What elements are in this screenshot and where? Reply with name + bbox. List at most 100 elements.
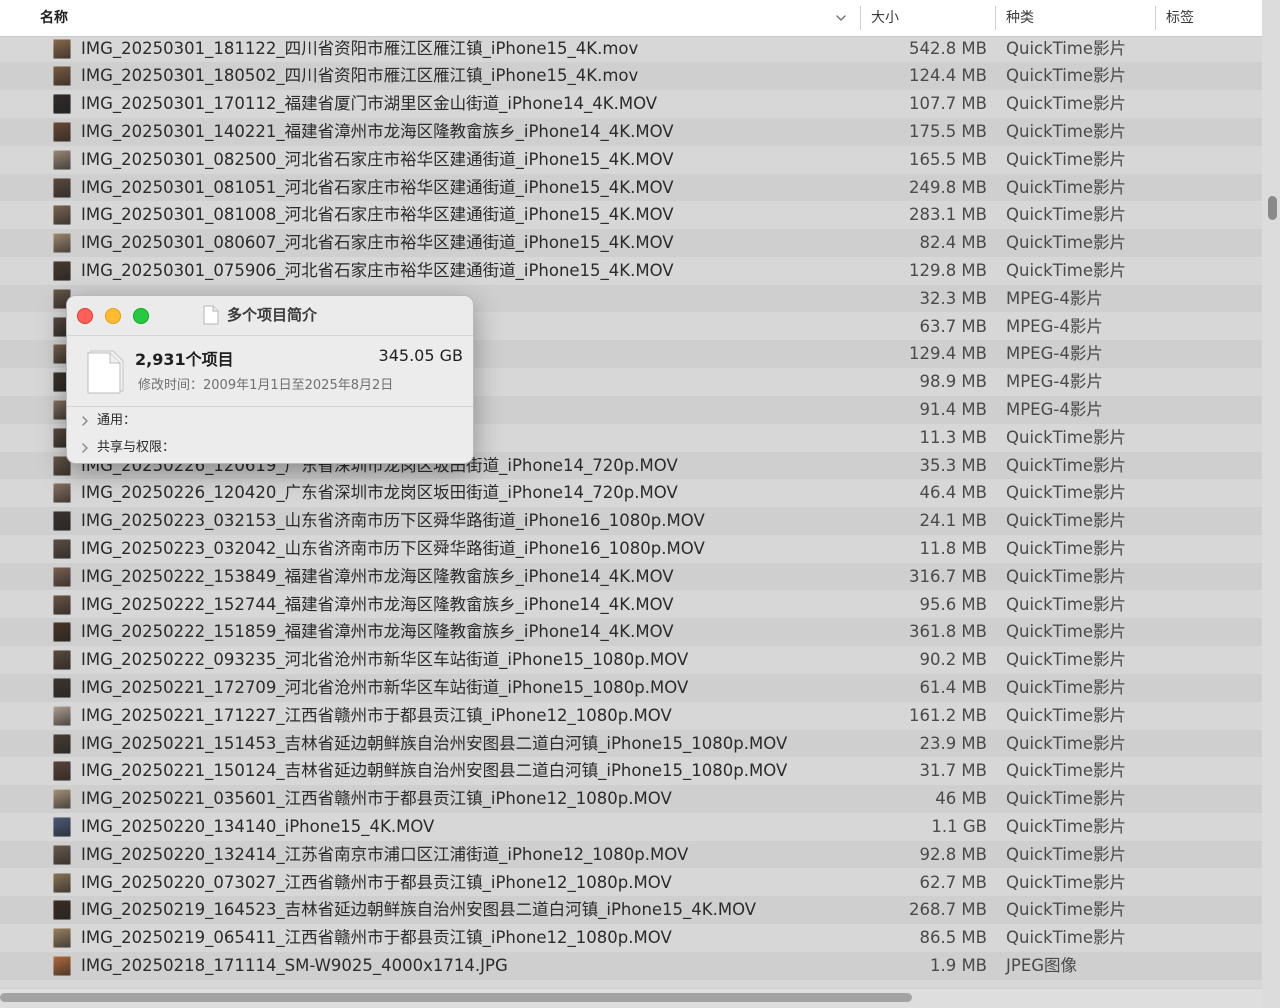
file-name: IMG_20250222_153849_福建省漳州市龙海区隆教畲族乡_iPhon… — [81, 566, 674, 586]
file-row[interactable]: IMG_20250222_152744_福建省漳州市龙海区隆教畲族乡_iPhon… — [0, 591, 1262, 619]
file-name: IMG_20250226_120420_广东省深圳市龙岗区坂田街道_iPhone… — [81, 483, 678, 503]
column-divider[interactable] — [995, 6, 996, 30]
file-kind: QuickTime影片 — [1006, 928, 1127, 948]
file-row[interactable]: IMG_20250223_032153_山东省济南市历下区舜华路街道_iPhon… — [0, 507, 1262, 535]
file-size: 91.4 MB — [919, 399, 987, 419]
file-row[interactable]: IMG_20250221_171227_江西省赣州市于都县贡江镇_iPhone1… — [0, 702, 1262, 730]
file-row[interactable]: IMG_20250301_082500_河北省石家庄市裕华区建通街道_iPhon… — [0, 146, 1262, 174]
file-row[interactable]: IMG_20250220_073027_江西省赣州市于都县贡江镇_iPhone1… — [0, 869, 1262, 897]
file-kind: QuickTime影片 — [1006, 205, 1127, 225]
file-row[interactable]: IMG_20250220_132414_江苏省南京市浦口区江浦街道_iPhone… — [0, 840, 1262, 869]
file-row[interactable]: IMG_20250301_181122_四川省资阳市雁江区雁江镇_iPhone1… — [0, 35, 1262, 63]
file-kind: QuickTime影片 — [1006, 844, 1127, 864]
item-count: 2,931个项目 — [135, 350, 234, 369]
file-row[interactable]: IMG_20250301_170112_福建省厦门市湖里区金山街道_iPhone… — [0, 90, 1262, 118]
section-general[interactable]: 通用： — [67, 408, 473, 434]
file-list[interactable]: IMG_20250301_181122_四川省资阳市雁江区雁江镇_iPhone1… — [0, 34, 1262, 986]
file-size: 124.4 MB — [908, 66, 987, 86]
file-row[interactable]: IMG_20250222_151859_福建省漳州市龙海区隆教畲族乡_iPhon… — [0, 618, 1262, 647]
section-label: 通用： — [97, 413, 137, 428]
file-row[interactable]: IMG_20250226_120420_广东省深圳市龙岗区坂田街道_iPhone… — [0, 479, 1262, 507]
column-divider[interactable] — [860, 6, 861, 30]
column-header: 名称 大小 种类 标签 — [0, 0, 1262, 37]
file-name: IMG_20250221_172709_河北省沧州市新华区车站街道_iPhone… — [81, 677, 689, 697]
file-row[interactable]: IMG_20250220_134140_iPhone15_4K.MOV 1.1 G… — [0, 813, 1262, 841]
file-kind: QuickTime影片 — [1006, 427, 1127, 447]
file-row[interactable]: IMG_20250221_150124_吉林省延边朝鲜族自治州安图县二道白河镇_… — [0, 757, 1262, 785]
file-size: 95.6 MB — [919, 594, 987, 614]
file-thumbnail-icon — [53, 511, 71, 532]
file-row[interactable]: IMG_20250221_151453_吉林省延边朝鲜族自治州安图县二道白河镇_… — [0, 729, 1262, 758]
file-row[interactable]: IMG_20250222_093235_河北省沧州市新华区车站街道_iPhone… — [0, 646, 1262, 674]
column-header-kind[interactable]: 种类 — [1006, 0, 1034, 36]
file-size: 24.1 MB — [919, 511, 987, 531]
file-row[interactable]: IMG_20250301_080607_河北省石家庄市裕华区建通街道_iPhon… — [0, 229, 1262, 257]
file-row[interactable]: IMG_20250221_035601_江西省赣州市于都县贡江镇_iPhone1… — [0, 785, 1262, 813]
document-icon — [203, 305, 219, 325]
file-thumbnail-icon — [53, 483, 71, 504]
file-size: 31.7 MB — [919, 761, 987, 781]
vertical-scrollbar-thumb[interactable] — [1268, 196, 1277, 220]
file-size: 62.7 MB — [919, 872, 987, 892]
file-kind: QuickTime影片 — [1006, 566, 1127, 586]
chevron-down-icon[interactable] — [834, 11, 848, 25]
file-row[interactable]: IMG_20250222_153849_福建省漳州市龙海区隆教畲族乡_iPhon… — [0, 562, 1262, 591]
file-size: 129.4 MB — [908, 344, 987, 364]
file-size: 46.4 MB — [919, 483, 987, 503]
file-kind: MPEG-4影片 — [1006, 344, 1103, 364]
file-size: 161.2 MB — [908, 705, 987, 725]
file-size: 63.7 MB — [919, 316, 987, 336]
file-thumbnail-icon — [53, 789, 71, 810]
file-size: 46 MB — [935, 789, 987, 809]
column-header-tags[interactable]: 标签 — [1166, 0, 1194, 36]
chevron-right-icon[interactable] — [80, 442, 90, 454]
file-thumbnail-icon — [53, 705, 71, 726]
file-kind: MPEG-4影片 — [1006, 288, 1103, 308]
multiple-documents-icon — [87, 350, 124, 394]
file-size: 283.1 MB — [908, 205, 987, 225]
file-row[interactable]: IMG_20250301_081008_河北省石家庄市裕华区建通街道_iPhon… — [0, 201, 1262, 229]
file-name: IMG_20250221_035601_江西省赣州市于都县贡江镇_iPhone1… — [81, 789, 672, 809]
column-header-name[interactable]: 名称 — [40, 0, 68, 36]
file-row[interactable]: IMG_20250219_164523_吉林省延边朝鲜族自治州安图县二道白河镇_… — [0, 896, 1262, 925]
file-name: IMG_20250301_140221_福建省漳州市龙海区隆教畲族乡_iPhon… — [81, 121, 674, 141]
file-row[interactable]: IMG_20250221_172709_河北省沧州市新华区车站街道_iPhone… — [0, 673, 1262, 702]
file-kind: QuickTime影片 — [1006, 789, 1127, 809]
minimize-button[interactable] — [105, 308, 121, 324]
zoom-button[interactable] — [133, 308, 149, 324]
chevron-right-icon[interactable] — [80, 415, 90, 427]
divider — [67, 406, 473, 407]
file-thumbnail-icon — [53, 38, 71, 59]
file-size: 249.8 MB — [908, 177, 987, 197]
file-kind: QuickTime影片 — [1006, 66, 1127, 86]
file-row[interactable]: IMG_20250301_180502_四川省资阳市雁江区雁江镇_iPhone1… — [0, 62, 1262, 91]
file-row[interactable]: IMG_20250301_081051_河北省石家庄市裕华区建通街道_iPhon… — [0, 173, 1262, 202]
file-row[interactable]: IMG_20250219_065411_江西省赣州市于都县贡江镇_iPhone1… — [0, 924, 1262, 952]
vertical-scrollbar-track[interactable] — [1262, 0, 1280, 1008]
horizontal-scrollbar-thumb[interactable] — [0, 993, 912, 1002]
section-sharing-permissions[interactable]: 共享与权限： — [67, 435, 473, 461]
file-kind: QuickTime影片 — [1006, 900, 1127, 920]
file-row[interactable]: IMG_20250223_032042_山东省济南市历下区舜华路街道_iPhon… — [0, 535, 1262, 563]
close-button[interactable] — [77, 308, 93, 324]
info-window-titlebar[interactable]: 多个项目简介 — [67, 296, 473, 336]
file-kind: QuickTime影片 — [1006, 650, 1127, 670]
file-size: 268.7 MB — [908, 900, 987, 920]
file-row[interactable]: IMG_20250301_140221_福建省漳州市龙海区隆教畲族乡_iPhon… — [0, 117, 1262, 146]
file-thumbnail-icon — [53, 177, 71, 198]
file-row[interactable]: IMG_20250301_075906_河北省石家庄市裕华区建通街道_iPhon… — [0, 257, 1262, 285]
file-kind: JPEG图像 — [1006, 955, 1078, 975]
file-thumbnail-icon — [53, 566, 71, 587]
file-size: 86.5 MB — [919, 928, 987, 948]
file-thumbnail-icon — [53, 538, 71, 559]
file-size: 90.2 MB — [919, 650, 987, 670]
file-kind: MPEG-4影片 — [1006, 372, 1103, 392]
column-header-size[interactable]: 大小 — [871, 0, 899, 36]
column-divider[interactable] — [1155, 6, 1156, 30]
file-row[interactable]: IMG_20250218_171114_SM-W9025_4000x1714.J… — [0, 951, 1262, 980]
file-size: 23.9 MB — [919, 733, 987, 753]
file-name: IMG_20250222_093235_河北省沧州市新华区车站街道_iPhone… — [81, 650, 689, 670]
file-kind: MPEG-4影片 — [1006, 316, 1103, 336]
file-kind: QuickTime影片 — [1006, 233, 1127, 253]
file-kind: QuickTime影片 — [1006, 455, 1127, 475]
